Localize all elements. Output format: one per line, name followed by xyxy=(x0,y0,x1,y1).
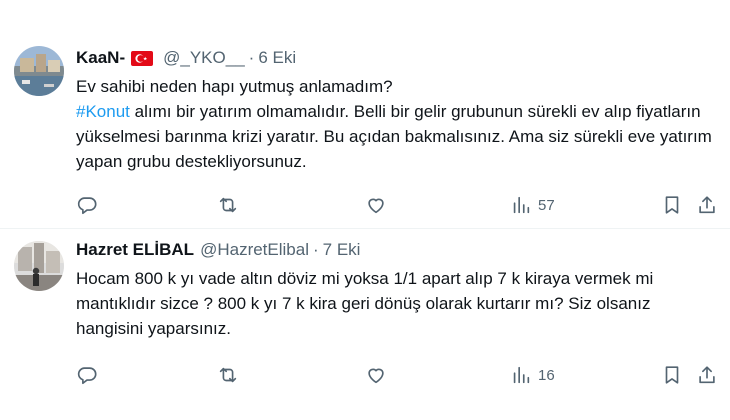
bookmark-icon xyxy=(665,366,679,384)
share-button[interactable] xyxy=(696,362,718,388)
share-icon xyxy=(699,366,715,384)
author-name[interactable]: KaaN- xyxy=(76,48,125,68)
share-icon xyxy=(699,196,715,214)
tweet-1[interactable]: KaaN- @_YKO__ · 6 Eki Ev sahibi neden ha… xyxy=(0,0,730,228)
views-button[interactable]: 16 xyxy=(510,362,555,388)
tweet-text: Hocam 800 k yı vade altın döviz mi yoksa… xyxy=(76,266,716,341)
avatar-image xyxy=(14,241,64,291)
tweet-actions: 16 xyxy=(76,362,726,388)
views-icon xyxy=(513,196,530,214)
reply-icon xyxy=(77,367,97,385)
author-name[interactable]: Hazret ELİBAL xyxy=(76,240,194,260)
tweet-actions: 57 xyxy=(76,192,726,218)
views-count: 57 xyxy=(538,196,555,214)
like-icon xyxy=(368,198,384,214)
like-icon xyxy=(368,368,384,384)
reply-button[interactable] xyxy=(76,362,98,388)
tweet-text-paragraph: #Konut alımı bir yatırım olmamalıdır. Be… xyxy=(76,99,716,174)
separator-dot: · xyxy=(312,240,319,259)
tweet-text-body: Hocam 800 k yı vade altın döviz mi yoksa… xyxy=(76,269,654,338)
tweet-feed: KaaN- @_YKO__ · 6 Eki Ev sahibi neden ha… xyxy=(0,0,730,420)
bookmark-icon xyxy=(665,196,679,214)
tweet-header: Hazret ELİBAL @HazretElibal · 7 Eki xyxy=(76,238,360,262)
author-handle[interactable]: @HazretElibal xyxy=(200,240,309,260)
tweet-text: Ev sahibi neden hapı yutmuş anlamadım? #… xyxy=(76,74,716,174)
turkey-flag-icon xyxy=(131,50,154,66)
separator-dot: · xyxy=(248,48,255,67)
tweet-time[interactable]: 7 Eki xyxy=(323,240,361,260)
bookmark-button[interactable] xyxy=(661,192,683,218)
retweet-icon xyxy=(219,367,237,383)
avatar-image xyxy=(14,46,64,96)
views-count: 16 xyxy=(538,366,555,384)
tweet-text-body: alımı bir yatırım olmamalıdır. Belli bir… xyxy=(76,102,712,171)
tweet-text-line: Ev sahibi neden hapı yutmuş anlamadım? xyxy=(76,77,393,96)
views-icon xyxy=(513,366,530,384)
views-button[interactable]: 57 xyxy=(510,192,555,218)
tweet-time[interactable]: 6 Eki xyxy=(258,48,296,68)
author-handle[interactable]: @_YKO__ xyxy=(163,48,245,68)
hashtag-link[interactable]: #Konut xyxy=(76,102,130,121)
retweet-button[interactable] xyxy=(217,362,239,388)
share-button[interactable] xyxy=(696,192,718,218)
reply-button[interactable] xyxy=(76,192,98,218)
retweet-button[interactable] xyxy=(217,192,239,218)
bookmark-button[interactable] xyxy=(661,362,683,388)
tweet-header: KaaN- @_YKO__ · 6 Eki xyxy=(76,46,296,70)
retweet-icon xyxy=(219,197,237,213)
reply-icon xyxy=(77,197,97,215)
avatar-kaan[interactable] xyxy=(14,46,64,96)
avatar-hazret[interactable] xyxy=(14,241,64,291)
like-button[interactable] xyxy=(365,362,387,388)
like-button[interactable] xyxy=(365,192,387,218)
tweet-2[interactable]: Hazret ELİBAL @HazretElibal · 7 Eki Hoca… xyxy=(0,229,730,420)
